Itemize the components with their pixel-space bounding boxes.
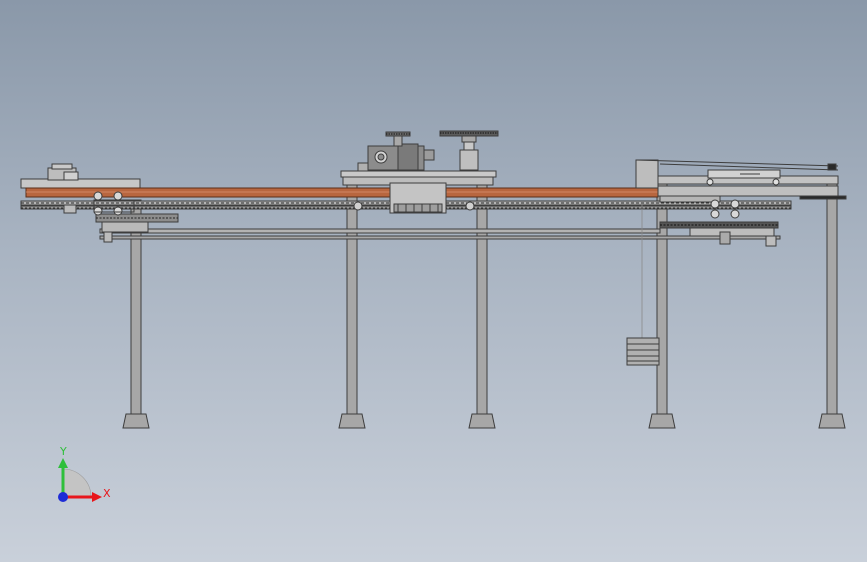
lower-rail [99,235,781,240]
conveyor-assembly[interactable] [20,130,847,429]
head-frame [635,159,847,203]
support-leg [468,177,496,429]
coordinate-triad: Y X [58,445,111,502]
x-axis-label: X [103,487,111,500]
tail-frame [20,163,141,189]
counterweight [626,204,660,366]
tail-drive [63,191,179,243]
support-leg [338,177,366,429]
sprocket [439,130,499,143]
z-axis-dot [58,492,68,502]
support-leg [648,177,676,429]
y-axis-label: Y [59,445,67,458]
support-leg [122,199,150,429]
support-leg [818,177,846,429]
lower-rail [99,228,661,234]
cad-viewport[interactable]: Y X [0,0,867,562]
